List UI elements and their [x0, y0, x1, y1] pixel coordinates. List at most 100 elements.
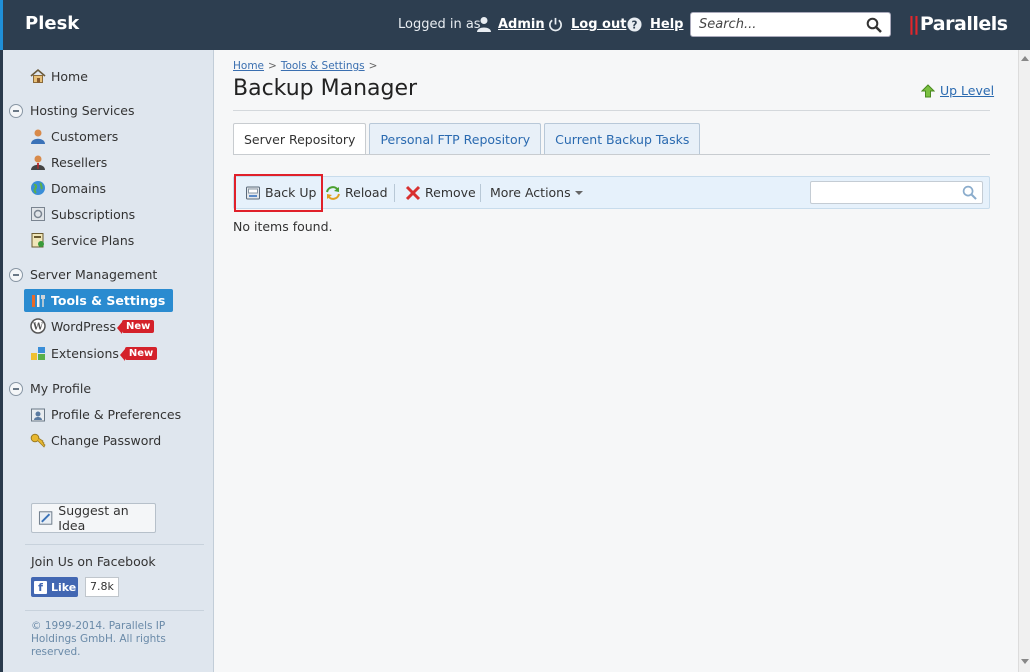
back-up-highlight: [234, 174, 323, 212]
global-search-input[interactable]: [691, 13, 856, 35]
sidebar-item-label: Extensions: [51, 345, 119, 361]
sidebar-group-my-profile[interactable]: My Profile: [9, 381, 91, 396]
parallels-logo-text: Parallels: [919, 13, 1008, 35]
new-badge: New: [119, 346, 158, 361]
tab-bar: Server Repository Personal FTP Repositor…: [233, 123, 703, 155]
sidebar-group-label: Hosting Services: [30, 103, 135, 118]
chevron-down-icon: [574, 190, 583, 195]
more-actions-label: More Actions: [490, 185, 571, 200]
breadcrumb-tools-settings[interactable]: Tools & Settings: [281, 60, 365, 72]
new-badge: New: [116, 319, 155, 334]
user-icon: [477, 17, 491, 32]
sidebar-divider: [25, 544, 204, 545]
sidebar-item-resellers[interactable]: Resellers: [30, 152, 107, 172]
help-link[interactable]: Help: [650, 17, 683, 32]
scroll-down-icon[interactable]: [1021, 659, 1029, 664]
suggest-idea-button[interactable]: Suggest an Idea: [31, 503, 156, 533]
sidebar-item-label: Domains: [51, 180, 107, 196]
sidebar-item-tools-settings[interactable]: Tools & Settings: [24, 289, 174, 312]
sidebar-item-label: Service Plans: [51, 232, 135, 248]
collapse-icon[interactable]: [9, 267, 23, 282]
search-icon[interactable]: [962, 185, 977, 200]
sidebar-item-label: Tools & Settings: [51, 293, 166, 308]
main-content: Home > Tools & Settings > Backup Manager Up…: [214, 50, 1018, 672]
reload-icon: [326, 185, 340, 200]
key-icon: [30, 433, 46, 448]
vertical-scrollbar[interactable]: [1018, 50, 1030, 672]
global-search[interactable]: [690, 12, 891, 37]
list-search-input[interactable]: [811, 182, 956, 203]
remove-icon: [405, 185, 421, 200]
logout-link[interactable]: Log out: [571, 17, 626, 32]
svg-text:W: W: [32, 323, 44, 333]
sidebar-item-wordpress[interactable]: W WordPress New: [30, 316, 155, 336]
sidebar-item-subscriptions[interactable]: Subscriptions: [30, 204, 135, 224]
up-level-label[interactable]: Up Level: [940, 83, 994, 98]
suggest-idea-label: Suggest an Idea: [58, 503, 129, 533]
parallels-logo: || Parallels: [908, 13, 1008, 35]
facebook-icon: f: [34, 580, 47, 594]
sidebar-item-label: Subscriptions: [51, 206, 136, 222]
help-icon: ?: [627, 17, 642, 32]
service-plan-icon: [31, 233, 44, 248]
copyright-text: © 1999-2014. Parallels IP Holdings GmbH.…: [31, 620, 166, 658]
sidebar-item-change-password[interactable]: Change Password: [30, 430, 161, 450]
profile-card-icon: [31, 408, 45, 422]
facebook-like-count: 7.8k: [85, 577, 119, 597]
collapse-icon[interactable]: [9, 103, 23, 118]
collapse-icon[interactable]: [9, 381, 23, 396]
sidebar-group-label: Server Management: [30, 267, 158, 282]
sidebar-item-extensions[interactable]: Extensions New: [30, 343, 158, 363]
toolbar-separator: [480, 184, 481, 202]
breadcrumb-separator: >: [268, 60, 277, 72]
up-level-link[interactable]: Up Level: [921, 83, 994, 98]
globe-icon: [31, 181, 45, 195]
more-actions-dropdown[interactable]: More Actions: [490, 177, 583, 208]
sidebar-group-server-management[interactable]: Server Management: [9, 267, 157, 282]
sidebar-item-label: Change Password: [51, 432, 162, 448]
sidebar-item-label: Customers: [51, 128, 119, 144]
search-icon[interactable]: [866, 17, 882, 33]
extensions-icon: [31, 347, 45, 360]
backup-toolbar: Back Up Reload Remove More Actions: [233, 176, 990, 209]
remove-label: Remove: [425, 185, 476, 200]
facebook-like-label: Like: [51, 580, 77, 594]
sidebar: Home Hosting Services Customers Reseller…: [3, 50, 214, 672]
subscription-icon: [31, 207, 45, 221]
plesk-logo[interactable]: Plesk: [25, 13, 79, 34]
reload-button[interactable]: Reload: [325, 177, 388, 208]
sidebar-group-label: My Profile: [30, 381, 92, 396]
facebook-like-button[interactable]: f Like: [31, 577, 78, 597]
customer-icon: [31, 129, 45, 144]
sidebar-item-customers[interactable]: Customers: [30, 126, 118, 146]
sidebar-group-hosting-services[interactable]: Hosting Services: [9, 103, 134, 118]
tab-current-backup-tasks[interactable]: Current Backup Tasks: [544, 123, 701, 154]
breadcrumb: Home > Tools & Settings >: [233, 60, 381, 72]
sidebar-item-domains[interactable]: Domains: [30, 178, 106, 198]
sidebar-item-service-plans[interactable]: Service Plans: [30, 230, 134, 250]
tabs-divider: [233, 154, 990, 155]
parallels-logo-bars: ||: [908, 13, 920, 35]
remove-button[interactable]: Remove: [405, 177, 476, 208]
admin-link[interactable]: Admin: [498, 17, 545, 32]
toolbar-separator: [394, 184, 395, 202]
sidebar-item-label: Resellers: [51, 154, 108, 170]
sidebar-item-home[interactable]: Home: [30, 66, 88, 86]
tab-personal-ftp-repository[interactable]: Personal FTP Repository: [369, 123, 542, 154]
reseller-icon: [31, 155, 45, 170]
sidebar-item-profile-preferences[interactable]: Profile & Preferences: [30, 404, 181, 424]
breadcrumb-home[interactable]: Home: [233, 60, 264, 72]
sidebar-divider: [25, 610, 204, 611]
sidebar-item-label: Home: [51, 68, 88, 84]
up-arrow-icon: [921, 83, 935, 97]
breadcrumb-separator: >: [368, 60, 378, 72]
idea-note-icon: [38, 511, 53, 525]
page-title: Backup Manager: [233, 76, 418, 101]
svg-text:?: ?: [632, 19, 638, 31]
tab-server-repository[interactable]: Server Repository: [233, 123, 367, 155]
list-search[interactable]: [810, 181, 983, 204]
scroll-up-icon[interactable]: [1021, 56, 1029, 61]
title-divider: [233, 110, 990, 111]
facebook-title: Join Us on Facebook: [31, 554, 156, 569]
top-header: Plesk Logged in as Admin Log out ? Help …: [0, 0, 1030, 50]
